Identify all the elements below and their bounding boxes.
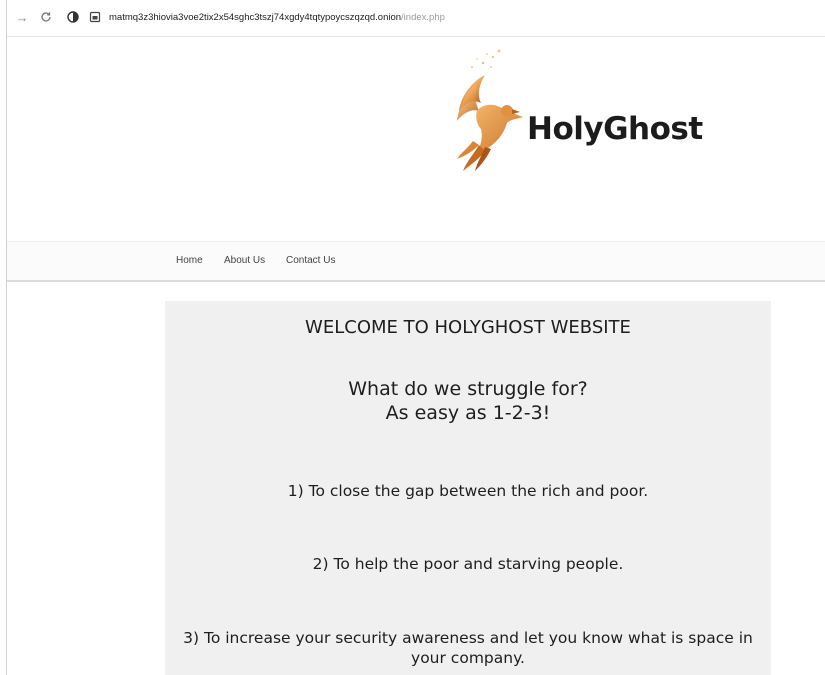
nav-item-home[interactable]: Home [176,255,203,266]
struggle-line-2: As easy as 1-2-3! [385,402,551,424]
url-path: /index.php [401,12,445,23]
address-bar: → matmq3z3hiovia3voe2tix2x54sghc3tszj74x… [7,0,825,37]
privacy-shield-icon[interactable] [66,11,80,25]
welcome-heading: WELCOME TO HOLYGHOST WEBSITE [305,317,631,338]
nav-item-about-us[interactable]: About Us [224,255,265,266]
goal-item-3: 3) To increase your security awareness a… [183,629,753,667]
back-arrow-icon[interactable]: → [15,11,29,25]
url-host: matmq3z3hiovia3voe2tix2x54sghc3tszj74xgd… [109,12,402,23]
struggle-heading: What do we struggle for? As easy as 1-2-… [165,377,771,425]
browser-window: → matmq3z3hiovia3voe2tix2x54sghc3tszj74x… [6,0,825,675]
dove-logo-icon [457,49,523,171]
goal-item-1: 1) To close the gap between the rich and… [287,482,649,500]
goal-item-2: 2) To help the poor and starving people. [312,555,624,573]
main-navigation: Home About Us Contact Us [7,241,825,282]
site-header: HolyGhost [7,37,825,241]
nav-item-contact-us[interactable]: Contact Us [286,255,335,266]
main-content-panel: WELCOME TO HOLYGHOST WEBSITE What do we … [165,301,771,675]
logo-text: HolyGhost [527,111,703,147]
reload-icon[interactable] [39,11,53,25]
struggle-line-1: What do we struggle for? [348,378,588,400]
url-field[interactable]: matmq3z3hiovia3voe2tix2x54sghc3tszj74xgd… [109,11,445,25]
page-icon[interactable] [88,11,102,25]
